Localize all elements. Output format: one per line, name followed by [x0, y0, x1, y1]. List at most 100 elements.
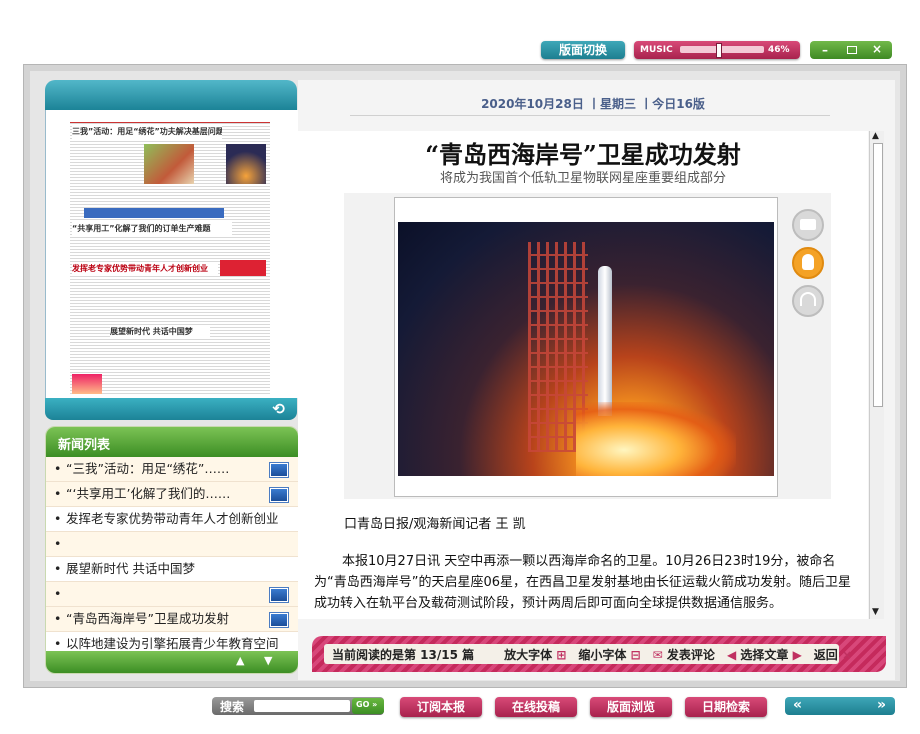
search-go-button[interactable]: GO » [352, 698, 384, 714]
maximize-icon[interactable] [847, 46, 857, 54]
scroll-thumb[interactable] [873, 143, 883, 407]
bullet-icon: • [54, 461, 62, 476]
date-underline [350, 115, 830, 116]
panel-header [45, 80, 297, 110]
video-icon[interactable] [270, 588, 288, 602]
bullet-icon: • [54, 536, 62, 551]
article-view: “青岛西海岸号”卫星成功发射 将成为我国首个低轨卫星物联网星座重要组成部分 口青… [298, 131, 868, 619]
article-subtitle: 将成为我国首个低轨卫星物联网星座重要组成部分 [439, 171, 726, 186]
subscribe-button[interactable]: 订阅本报 [400, 697, 482, 717]
scroll-down-arrow-icon[interactable]: ▼ [872, 607, 879, 617]
prev-page-icon[interactable]: « [793, 697, 802, 714]
news-item[interactable]: • “青岛西海岸号”卫星成功发射 [46, 607, 298, 632]
panel-footer: ⟲ [45, 398, 297, 420]
news-item[interactable]: • 发挥老专家优势带动青年人才创新创业 [46, 507, 298, 532]
thumb-photo-2 [72, 374, 102, 394]
news-item[interactable]: • [46, 582, 298, 607]
search-box: 搜索 GO » [212, 697, 384, 715]
news-item-text: “‘共享用工’化解了我们的…… [66, 486, 231, 501]
audio-button[interactable] [792, 285, 824, 317]
news-item[interactable]: • 展望新时代 共话中国梦 [46, 557, 298, 582]
page-nav: « » [785, 697, 895, 715]
thumb-headline-2: “共享用工”化解了我们的订单生产难题 [72, 222, 232, 236]
article-toolbar: 当前阅读的是第 13/15 篇 放大字体 ⊞ 缩小字体 ⊟ ✉ 发表评论 ◀ 选… [312, 636, 886, 672]
chevron-left-icon: ◀ [726, 647, 737, 662]
shrink-font-button[interactable]: 缩小字体 ⊟ [578, 646, 640, 663]
comment-button[interactable]: ✉ 发表评论 [653, 646, 715, 663]
news-item-text: 展望新时代 共话中国梦 [66, 561, 195, 576]
news-list-panel: 新闻列表 • “三我”活动：用足“绣花”…… • “‘共享用工’化解了我们的…… •… [45, 426, 299, 674]
layout-switch-button[interactable]: 版面切换 [541, 41, 625, 59]
date-line: 2020年10月28日 丨星期三 丨今日16版 [481, 97, 705, 111]
envelope-icon: ✉ [652, 647, 663, 662]
close-icon[interactable]: × [872, 43, 882, 56]
browse-pages-button[interactable]: 版面浏览 [590, 697, 672, 717]
video-icon[interactable] [270, 613, 288, 627]
news-list-header: 新闻列表 [46, 427, 298, 457]
next-page-icon[interactable]: » [877, 697, 886, 714]
search-go-label: GO » [356, 700, 378, 709]
close-x-icon: × [842, 647, 853, 662]
article-byline: 口青岛日报/观海新闻记者 王 凯 [344, 517, 526, 532]
article-title: “青岛西海岸号”卫星成功发射 [425, 140, 741, 169]
minus-box-icon: ⊟ [630, 647, 641, 662]
news-item[interactable]: • “三我”活动：用足“绣花”…… [46, 457, 298, 482]
bullet-icon: • [54, 486, 62, 501]
bullet-icon: • [54, 561, 62, 576]
thumb-banner [84, 208, 224, 218]
video-icon[interactable] [270, 463, 288, 477]
thumb-photo-1 [144, 144, 194, 184]
music-volume-slider[interactable] [680, 43, 764, 58]
news-item-text: “三我”活动：用足“绣花”…… [66, 461, 230, 476]
bullet-icon: • [54, 611, 62, 626]
thumb-photo-rocket [226, 144, 266, 184]
thumb-headline-3: 发挥老专家优势带动青年人才创新创业 [72, 262, 218, 276]
news-item[interactable]: • “‘共享用工’化解了我们的…… [46, 482, 298, 507]
search-label: 搜索 [220, 700, 245, 714]
toolbar-inner: 当前阅读的是第 13/15 篇 放大字体 ⊞ 缩小字体 ⊟ ✉ 发表评论 ◀ 选… [324, 644, 852, 664]
scroll-up-icon[interactable]: ▲ [236, 654, 244, 667]
chevron-right-icon: ▶ [792, 647, 802, 662]
article-paragraph: 本报10月27日讯 天空中再添一颗以西海岸命名的卫星。10月26日23时19分，… [314, 554, 852, 611]
rocket-launch-photo [398, 222, 774, 476]
article-image-frame [344, 193, 831, 499]
news-item-text: 发挥老专家优势带动青年人才创新创业 [66, 511, 279, 526]
rocket-icon [598, 266, 612, 416]
reading-status: 当前阅读的是第 13/15 篇 [332, 647, 475, 662]
choose-article-button[interactable]: ◀ 选择文章 ▶ [727, 646, 802, 663]
music-volume-handle[interactable] [716, 43, 722, 58]
video-icon[interactable] [270, 488, 288, 502]
thumb-page: 三我”活动：用足“绣花”功夫解决基层问题 “共享用工”化解了我们的订单生产难题 … [70, 112, 270, 396]
back-button[interactable]: 返回 × [814, 646, 852, 663]
photo-gallery-button[interactable] [792, 209, 824, 241]
newspaper-thumbnail[interactable]: 三我”活动：用足“绣花”功夫解决基层问题 “共享用工”化解了我们的订单生产难题 … [45, 110, 299, 398]
enlarge-font-button[interactable]: 放大字体 ⊞ [504, 646, 566, 663]
submit-article-button[interactable]: 在线投稿 [495, 697, 577, 717]
thumb-masthead [70, 112, 270, 123]
thumb-red-box [220, 260, 266, 276]
window-controls: – × [810, 41, 892, 59]
search-input[interactable] [254, 700, 350, 712]
news-item[interactable]: • [46, 532, 298, 557]
person-button[interactable] [792, 247, 824, 279]
news-list-footer: ▲ ▼ [46, 651, 298, 673]
music-control[interactable]: MUSIC 46% [634, 41, 800, 59]
music-label: MUSIC [640, 45, 673, 55]
camera-icon [800, 219, 816, 230]
scroll-down-icon[interactable]: ▼ [264, 654, 272, 667]
article-scrollbar[interactable]: ▲ ▼ [869, 131, 884, 619]
minimize-icon[interactable]: – [822, 44, 828, 56]
scroll-up-arrow-icon[interactable]: ▲ [872, 131, 879, 141]
thumb-headline-1: 三我”活动：用足“绣花”功夫解决基层问题 [72, 124, 222, 140]
headphones-icon [800, 292, 816, 306]
refresh-icon[interactable]: ⟲ [272, 399, 285, 419]
date-search-button[interactable]: 日期检索 [685, 697, 767, 717]
news-item-text: “青岛西海岸号”卫星成功发射 [66, 611, 229, 626]
thumb-headline-4: 展望新时代 共话中国梦 [110, 326, 210, 338]
newspaper-panel: 三我”活动：用足“绣花”功夫解决基层问题 “共享用工”化解了我们的订单生产难题 … [45, 80, 299, 420]
news-list-items: • “三我”活动：用足“绣花”…… • “‘共享用工’化解了我们的…… • 发挥老专家… [46, 457, 298, 657]
news-list-title: 新闻列表 [58, 438, 111, 453]
article-photo[interactable] [394, 197, 778, 497]
bullet-icon: • [54, 586, 62, 601]
bullet-icon: • [54, 511, 62, 526]
